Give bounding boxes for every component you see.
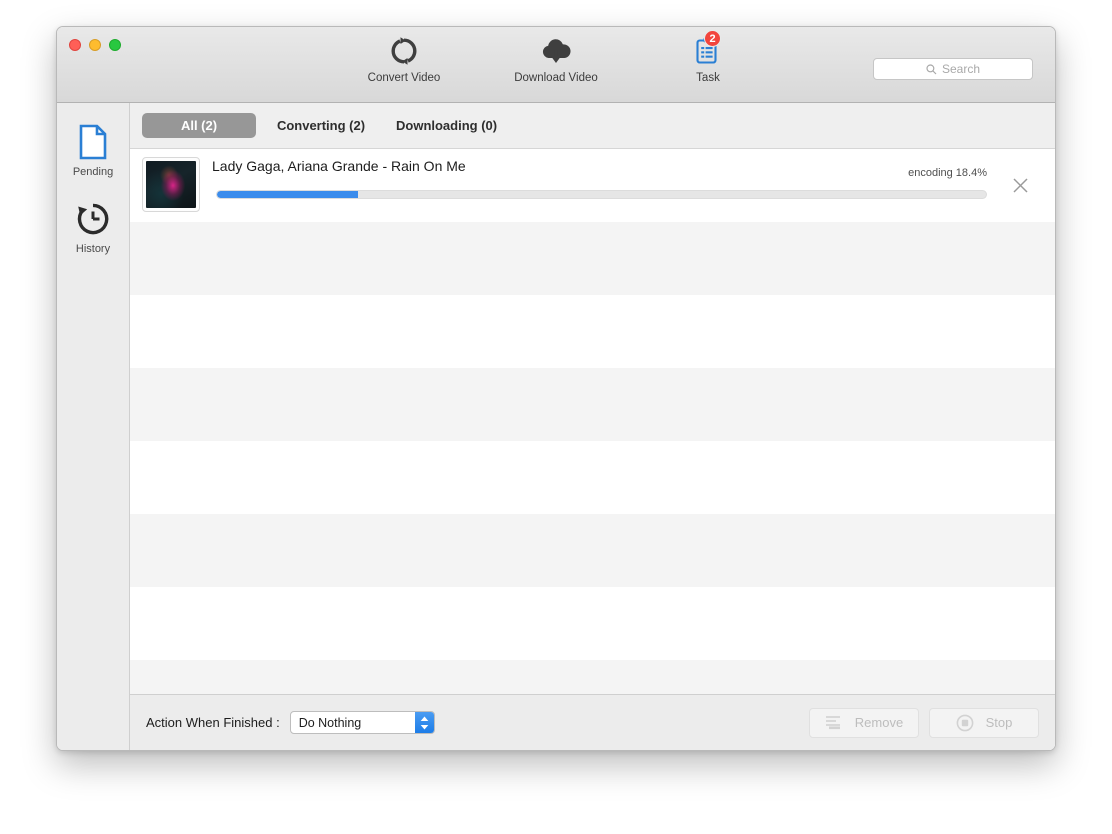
window-toolbar: Convert Video Download Video 2 Task Sear… [57,27,1055,103]
action-when-finished-label: Action When Finished : [146,715,280,730]
tab-all[interactable]: All (2) [142,113,256,138]
convert-refresh-icon [389,35,419,67]
tab-downloading[interactable]: Downloading (0) [386,113,507,138]
tab-converting[interactable]: Converting (2) [264,113,378,138]
table-row[interactable]: Lady Gaga, Ariana Grande - Rain On Me en… [130,149,1055,222]
sidebar-item-pending-label: Pending [72,166,114,178]
stepper-arrows-icon[interactable] [414,712,434,733]
tab-bar: All (2) Converting (2) Downloading (0) [130,103,1055,149]
toolbar-convert-video[interactable]: Convert Video [356,35,452,84]
remove-list-icon [825,716,840,730]
remove-button[interactable]: Remove [809,707,919,738]
content-area: All (2) Converting (2) Downloading (0) L… [130,103,1055,750]
action-when-finished-select[interactable]: Do Nothing [289,711,435,734]
close-x-icon[interactable] [1012,177,1029,194]
clock-history-icon [76,198,110,240]
stop-button[interactable]: Stop [929,707,1039,738]
task-thumbnail [142,157,200,212]
list-item [130,441,1055,514]
task-title: Lady Gaga, Ariana Grande - Rain On Me [212,158,466,174]
task-list[interactable]: Lady Gaga, Ariana Grande - Rain On Me en… [130,149,1055,694]
sidebar-item-history[interactable]: History [57,198,129,255]
list-item [130,587,1055,660]
sidebar-item-history-label: History [75,243,111,255]
toolbar-task[interactable]: 2 Task [660,30,756,84]
list-item [130,222,1055,295]
task-progress-fill [217,191,359,198]
stop-circle-icon [956,714,974,731]
toolbar-task-label: Task [696,72,720,84]
sidebar: Pending History [57,103,130,750]
window-body: Pending History All (2) Converting (2) D… [57,103,1055,750]
document-icon [78,121,108,163]
download-cloud-icon [539,35,573,67]
toolbar-convert-video-label: Convert Video [367,72,441,84]
search-input[interactable]: Search [873,58,1033,80]
task-progress-bar [216,190,987,199]
sidebar-item-pending[interactable]: Pending [57,121,129,178]
task-status: encoding 18.4% [908,167,987,179]
list-item [130,514,1055,587]
toolbar-download-video-label: Download Video [514,72,598,84]
search-icon [926,63,937,74]
search-placeholder: Search [941,62,981,76]
footer-actions: Remove Stop [809,707,1039,738]
list-item [130,295,1055,368]
application-window: Convert Video Download Video 2 Task Sear… [56,26,1056,751]
remove-button-label: Remove [854,715,904,730]
list-item [130,368,1055,441]
task-clipboard-icon: 2 [694,30,722,67]
toolbar-download-video[interactable]: Download Video [508,35,604,84]
list-item [130,660,1055,694]
task-badge-count: 2 [704,30,721,47]
footer-bar: Action When Finished : Do Nothing Remove… [130,694,1055,750]
task-thumbnail-image [146,161,196,208]
stop-button-label: Stop [985,715,1013,730]
action-when-finished-value: Do Nothing [298,715,362,730]
